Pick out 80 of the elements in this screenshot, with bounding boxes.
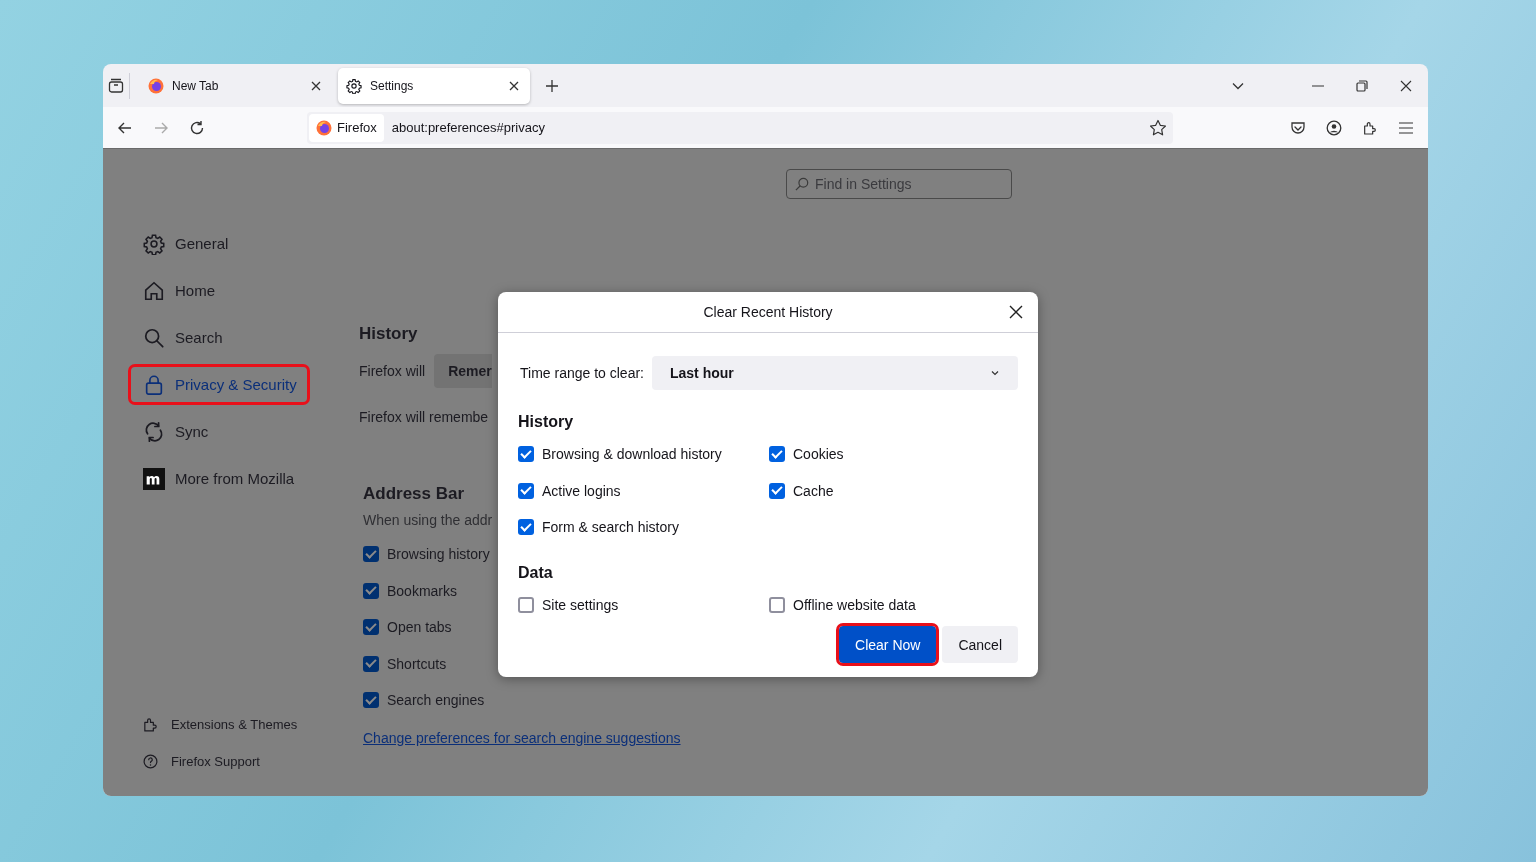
clear-now-button[interactable]: Clear Now (839, 626, 937, 663)
section-heading: Address Bar (363, 484, 465, 504)
checkbox-label: Search engines (387, 692, 485, 709)
dialog-section-heading: History (518, 412, 575, 431)
browser-logo-icon (148, 77, 164, 94)
sidebar-item[interactable]: Sync (128, 411, 222, 452)
checkbox-label: Cookies (793, 446, 844, 463)
sidebar-item[interactable]: Search (128, 317, 236, 358)
tab-list-icon[interactable] (108, 77, 124, 94)
sidebar-item[interactable]: Home (128, 270, 228, 311)
checkbox-label: Active logins (542, 482, 621, 499)
dialog-section-heading: Data (518, 562, 554, 582)
checkbox[interactable] (363, 546, 379, 563)
checkbox[interactable] (518, 519, 534, 536)
checkbox-label: Shortcuts (387, 655, 447, 672)
close-icon[interactable] (1400, 79, 1412, 92)
checkbox-label: Offline website data (793, 596, 916, 613)
sync-icon (143, 420, 165, 443)
browser-tab[interactable]: Settings (338, 67, 530, 104)
checkbox-label: Browsing & download history (542, 446, 722, 463)
pocket-icon[interactable] (1290, 119, 1306, 136)
sidebar-link[interactable]: Extensions & Themes (128, 706, 359, 743)
mozilla-m-icon (143, 467, 165, 490)
tab-title: New Tab (172, 78, 220, 93)
checkbox[interactable] (518, 446, 534, 463)
puzzle-icon[interactable] (1362, 119, 1378, 136)
checkbox[interactable] (769, 482, 785, 499)
checkbox-label: Cache (793, 482, 834, 499)
checkbox-label: Form & search history (542, 519, 679, 536)
settings-icon (143, 232, 165, 255)
history-label: Firefox will (359, 363, 426, 379)
menu-icon[interactable] (1399, 121, 1413, 134)
sidebar-item[interactable]: More from Mozilla (128, 458, 308, 499)
settings-icon (346, 77, 362, 94)
checkbox-label: Browsing history (387, 546, 490, 563)
lock-icon (143, 373, 165, 396)
checkbox[interactable] (518, 596, 534, 613)
address-bar[interactable]: Firefox about:preferences#privacy (307, 111, 1173, 144)
section-description: When using the addr (363, 512, 493, 528)
section-heading: History (359, 324, 418, 344)
restore-icon[interactable] (1356, 79, 1368, 92)
tab-title: Settings (370, 78, 415, 93)
time-range-label: Time range to clear: (520, 365, 644, 381)
star-icon[interactable] (1149, 118, 1167, 137)
help-icon (142, 753, 159, 770)
checkbox[interactable] (769, 446, 785, 463)
sidebar-item[interactable]: General (128, 223, 242, 264)
home-icon (143, 279, 165, 302)
checkbox-label: Bookmarks (387, 582, 458, 599)
search-box[interactable]: Find in Settings (786, 169, 1012, 199)
search-icon (795, 177, 809, 191)
puzzle-icon (142, 716, 159, 733)
minimize-icon[interactable] (1312, 84, 1324, 87)
url-text: about:preferences#privacy (391, 120, 546, 135)
sidebar-link[interactable]: Firefox Support (128, 743, 359, 780)
search-icon (143, 326, 165, 349)
checkbox[interactable] (518, 482, 534, 499)
close-icon[interactable] (1009, 305, 1023, 319)
checkbox[interactable] (363, 619, 379, 636)
checkbox[interactable] (769, 596, 785, 613)
checkbox[interactable] (363, 692, 379, 709)
checkbox[interactable] (363, 655, 379, 672)
plus-icon[interactable] (544, 77, 560, 94)
reload-icon[interactable] (189, 119, 205, 136)
time-range-dropdown[interactable]: Last hour (652, 356, 1018, 390)
history-dropdown[interactable]: Remer (434, 354, 492, 388)
browser-tab[interactable]: New Tab (140, 67, 332, 104)
checkbox-label: Site settings (542, 596, 619, 613)
checkbox-label: Open tabs (387, 619, 452, 636)
account-icon[interactable] (1326, 119, 1342, 136)
search-field[interactable]: Find in Settings (815, 176, 1003, 192)
chevron-down-icon (990, 368, 1000, 378)
dialog-title: Clear Recent History (703, 304, 833, 320)
identity-button[interactable]: Firefox (309, 113, 384, 142)
browser-logo-icon (316, 119, 332, 136)
cancel-button[interactable]: Cancel (942, 626, 1018, 663)
checkbox[interactable] (363, 582, 379, 599)
preferences-link[interactable]: Change preferences for search engine suggestions (363, 729, 681, 746)
history-note: Firefox will remembe (359, 409, 489, 425)
sidebar-item[interactable]: Privacy & Security (128, 364, 310, 405)
